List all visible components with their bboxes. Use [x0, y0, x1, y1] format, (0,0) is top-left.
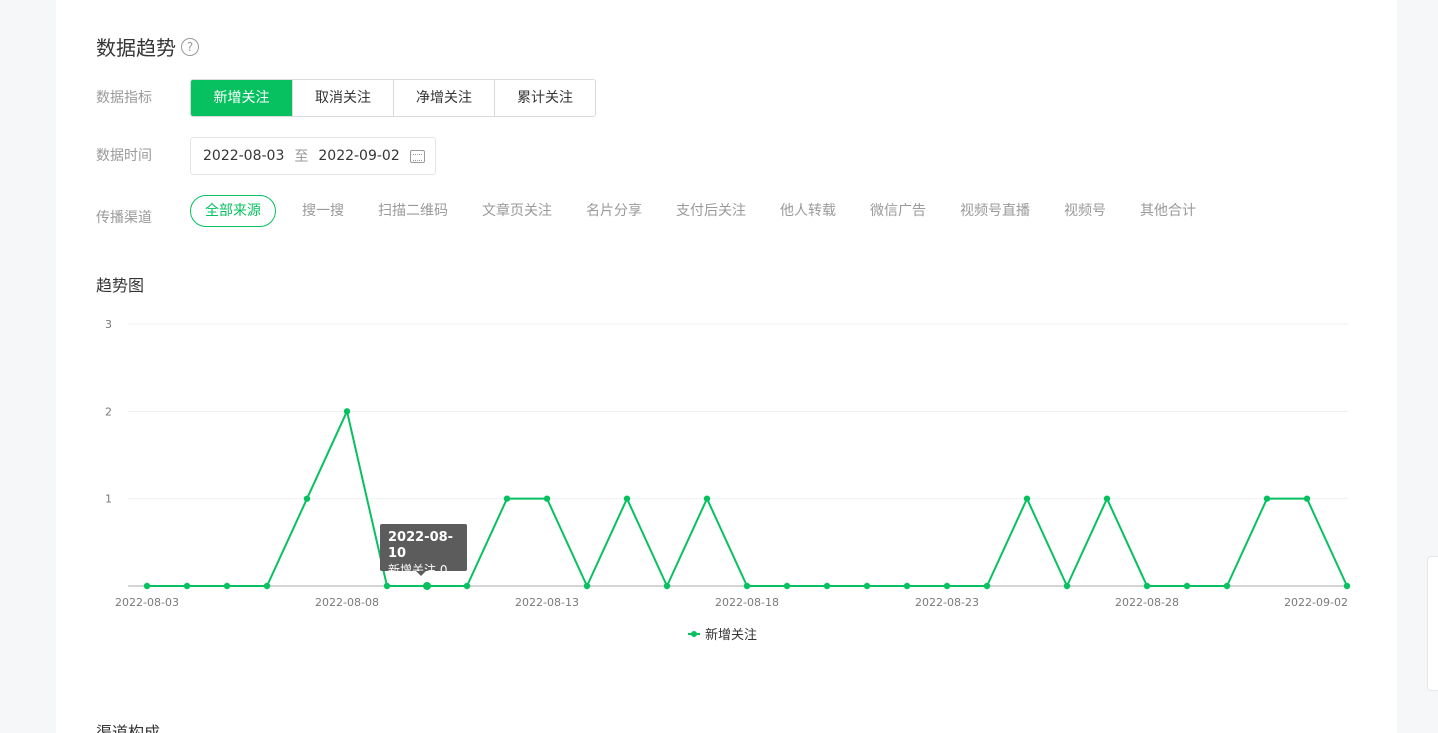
data-point-4: [303, 495, 311, 502]
calendar-icon[interactable]: [410, 150, 425, 163]
channel-composition-title: 渠道构成: [96, 723, 161, 733]
x-tick-label-3: 2022-08-18: [715, 596, 779, 609]
tooltip-series: 新增关注: [388, 563, 437, 577]
channel-chip-3[interactable]: 文章页关注: [468, 195, 566, 227]
section-title: 数据趋势 ?: [96, 32, 199, 61]
data-point-2: [223, 582, 231, 590]
help-icon[interactable]: ?: [181, 37, 199, 56]
data-point-27: [1223, 582, 1231, 590]
metrics-label: 数据指标: [96, 90, 152, 106]
data-point-9: [503, 495, 511, 502]
x-tick-label-1: 2022-08-08: [315, 596, 379, 609]
channel-chip-1[interactable]: 搜一搜: [288, 195, 358, 227]
metric-tabs: 新增关注 取消关注 净增关注 累计关注: [190, 79, 596, 117]
metric-tab-2[interactable]: 净增关注: [393, 80, 494, 116]
metric-tab-3[interactable]: 累计关注: [494, 80, 595, 116]
x-tick-label-0: 2022-08-03: [115, 596, 179, 609]
channel-chip-10[interactable]: 其他合计: [1126, 195, 1210, 227]
data-point-10: [543, 495, 551, 502]
data-point-16: [783, 582, 791, 590]
x-tick-label-5: 2022-08-28: [1115, 596, 1179, 609]
data-point-15: [743, 582, 751, 590]
date-range-picker[interactable]: 2022-08-03 至 2022-09-02: [190, 137, 436, 175]
data-point-23: [1063, 582, 1071, 590]
data-point-18: [863, 582, 871, 590]
chart-tooltip: 2022-08-10 新增关注 0: [380, 524, 467, 577]
date-end: 2022-09-02: [318, 148, 400, 164]
data-point-1: [183, 582, 191, 590]
x-tick-label-2: 2022-08-13: [515, 596, 579, 609]
section-title-text: 数据趋势: [96, 36, 176, 60]
channel-chip-9[interactable]: 视频号: [1050, 195, 1120, 227]
metric-tab-0[interactable]: 新增关注: [191, 80, 292, 116]
data-point-29: [1303, 495, 1311, 502]
data-point-21: [983, 582, 991, 590]
date-separator: 至: [294, 149, 309, 165]
channels-label: 传播渠道: [96, 210, 152, 226]
channel-chip-7[interactable]: 微信广告: [856, 195, 940, 227]
date-label: 数据时间: [96, 148, 152, 164]
channel-chip-5[interactable]: 支付后关注: [662, 195, 760, 227]
data-point-19: [903, 582, 911, 590]
legend-line-icon: [688, 629, 700, 639]
data-point-28: [1263, 495, 1271, 502]
y-tick-label-0: 1: [105, 493, 112, 506]
legend-label: 新增关注: [705, 628, 758, 643]
data-point-3: [263, 582, 271, 590]
data-point-12: [623, 495, 631, 502]
date-start: 2022-08-03: [203, 148, 285, 164]
data-point-25: [1143, 582, 1151, 590]
trend-card: 数据趋势 ? 数据指标 新增关注 取消关注 净增关注 累计关注 数据时间 2022-0…: [56, 0, 1397, 733]
data-point-14: [703, 495, 711, 502]
metric-tab-1[interactable]: 取消关注: [292, 80, 393, 116]
data-point-17: [823, 582, 831, 590]
chart-legend[interactable]: 新增关注: [688, 624, 757, 643]
y-tick-label-2: 3: [105, 318, 112, 331]
channel-filters: 全部来源 搜一搜 扫描二维码 文章页关注 名片分享 支付后关注 他人转载 微信广告 视频号直播视…: [190, 195, 1216, 227]
tooltip-value: 0: [439, 563, 448, 577]
channel-chip-4[interactable]: 名片分享: [572, 195, 656, 227]
data-point-13: [663, 582, 671, 590]
data-point-5: [343, 408, 351, 415]
data-point-11: [583, 582, 591, 590]
data-point-30: [1343, 582, 1351, 590]
chart-title: 趋势图: [96, 276, 145, 295]
data-point-8: [463, 582, 471, 590]
y-tick-label-1: 2: [105, 405, 112, 418]
data-point-6: [383, 582, 391, 590]
data-point-20: [943, 582, 951, 590]
side-panel-handle[interactable]: [1427, 556, 1438, 691]
channel-chip-8[interactable]: 视频号直播: [946, 195, 1044, 227]
x-tick-label-4: 2022-08-23: [915, 596, 979, 609]
channel-chip-0[interactable]: 全部来源: [190, 195, 276, 227]
data-point-7: [423, 582, 431, 590]
trend-line-chart: 1 2 3 2022-08-03 2022-08-08 2022-08-13 2022-08…: [105, 318, 1351, 609]
channel-chip-2[interactable]: 扫描二维码: [364, 195, 462, 227]
data-point-26: [1183, 582, 1191, 590]
data-point-24: [1103, 495, 1111, 502]
x-tick-label-6: 2022-09-02: [1284, 596, 1348, 609]
tooltip-value-row: 新增关注 0: [388, 562, 459, 578]
data-point-22: [1023, 495, 1031, 502]
data-point-0: [143, 582, 151, 590]
channel-chip-6[interactable]: 他人转载: [766, 195, 850, 227]
tooltip-date: 2022-08-10: [388, 530, 454, 561]
